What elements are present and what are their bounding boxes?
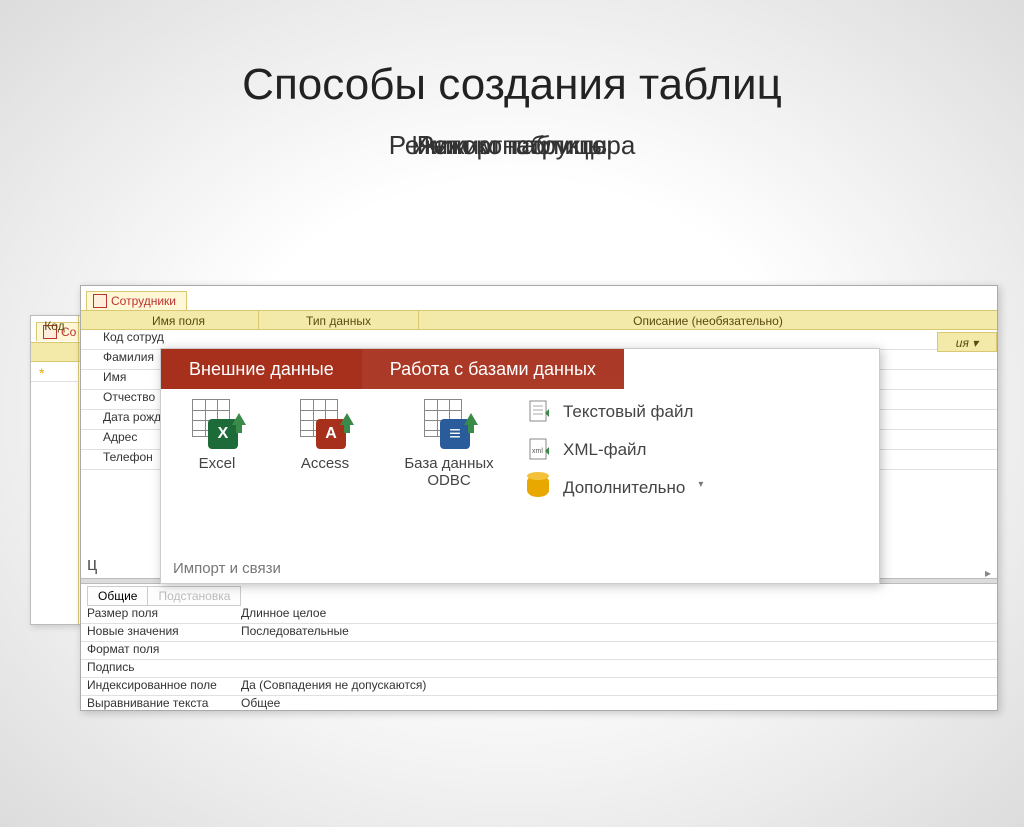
field-row[interactable]: Код сотруд	[81, 330, 997, 350]
ribbon-import-links: Текстовый файл xml XML-файл Дополнительн…	[527, 399, 693, 553]
design-header-fieldname[interactable]: Имя поля	[99, 311, 259, 329]
prop-key: Подпись	[87, 660, 227, 674]
field-name: Фамилия	[103, 350, 154, 364]
ribbon-group-label: Импорт и связи	[173, 560, 281, 577]
prop-key: Индексированное поле	[87, 678, 227, 692]
xml-file-icon: xml	[527, 437, 553, 463]
database-icon	[527, 475, 553, 501]
truncated-letter: ц	[87, 554, 97, 575]
prop-tab-lookup[interactable]: Подстановка	[147, 586, 241, 606]
field-name: Имя	[103, 370, 126, 384]
svg-text:xml: xml	[532, 448, 543, 455]
excel-icon: X	[192, 399, 242, 449]
import-text-button[interactable]: Текстовый файл	[527, 399, 693, 425]
prop-key: Выравнивание текста	[87, 696, 227, 710]
import-odbc-label: База данных ODBC	[389, 455, 509, 489]
prop-row[interactable]: Формат поля	[81, 642, 997, 660]
subtitle-3: Импорт таблицы	[411, 130, 612, 161]
odbc-icon: ≡	[424, 399, 474, 449]
dropdown-icon: ▾	[698, 479, 703, 490]
table-icon	[93, 294, 107, 308]
slide-title: Способы создания таблиц	[0, 60, 1024, 110]
import-excel-button[interactable]: X Excel	[173, 399, 261, 472]
design-header-datatype[interactable]: Тип данных	[259, 311, 419, 329]
prop-key: Новые значения	[87, 624, 227, 638]
design-tab-label: Сотрудники	[111, 294, 176, 308]
import-more-button[interactable]: Дополнительно ▾	[527, 475, 693, 501]
ribbon-external-data: Внешние данные Работа с базами данных X …	[160, 348, 880, 584]
prop-row[interactable]: Подпись	[81, 660, 997, 678]
prop-val: Длинное целое	[241, 606, 326, 620]
design-tab[interactable]: Сотрудники	[86, 291, 187, 310]
prop-row[interactable]: Индексированное поле Да (Совпадения не до…	[81, 678, 997, 696]
yellow-column-tail[interactable]: ия ▾	[937, 332, 997, 352]
prop-row[interactable]: Выравнивание текста Общее	[81, 696, 997, 714]
ribbon-import-buttons: X Excel A Access ≡ База данн	[173, 399, 509, 553]
field-name: Дата рожде	[103, 410, 168, 424]
field-name: Адрес	[103, 430, 137, 444]
import-excel-label: Excel	[199, 455, 236, 472]
import-odbc-button[interactable]: ≡ База данных ODBC	[389, 399, 509, 489]
text-file-icon	[527, 399, 553, 425]
prop-tab-general[interactable]: Общие	[87, 586, 148, 606]
import-access-label: Access	[301, 455, 349, 472]
design-header-row: Имя поля Тип данных Описание (необязател…	[81, 310, 997, 330]
import-access-button[interactable]: A Access	[281, 399, 369, 472]
import-xml-label: XML-файл	[563, 440, 646, 460]
ribbon-tab-db-tools[interactable]: Работа с базами данных	[362, 349, 624, 389]
field-name: Отчество	[103, 390, 155, 404]
scroll-right-icon[interactable]: ▸	[981, 566, 995, 580]
prop-val: Последовательные	[241, 624, 349, 638]
prop-key: Размер поля	[87, 606, 227, 620]
design-header-description[interactable]: Описание (необязательно)	[419, 311, 997, 329]
import-text-label: Текстовый файл	[563, 402, 693, 422]
prop-val: Общее	[241, 696, 280, 710]
import-more-label: Дополнительно	[563, 478, 685, 498]
ribbon-tab-external-data[interactable]: Внешние данные	[161, 349, 362, 389]
import-xml-button[interactable]: xml XML-файл	[527, 437, 693, 463]
prop-row[interactable]: Размер поля Длинное целое	[81, 606, 997, 624]
subtitle-overlap: Режим конструктора Режим таблицы Импорт …	[0, 130, 1024, 170]
field-name: Код сотруд	[103, 330, 164, 344]
access-icon: A	[300, 399, 350, 449]
property-tabs: Общие Подстановка	[87, 586, 240, 606]
prop-val: Да (Совпадения не допускаются)	[241, 678, 426, 692]
ribbon-body: X Excel A Access ≡ База данн	[161, 389, 879, 559]
ribbon-tabs: Внешние данные Работа с базами данных	[161, 349, 879, 389]
prop-key: Формат поля	[87, 642, 227, 656]
new-record-icon: *	[39, 365, 44, 381]
prop-row[interactable]: Новые значения Последовательные	[81, 624, 997, 642]
field-name: Телефон	[103, 450, 153, 464]
